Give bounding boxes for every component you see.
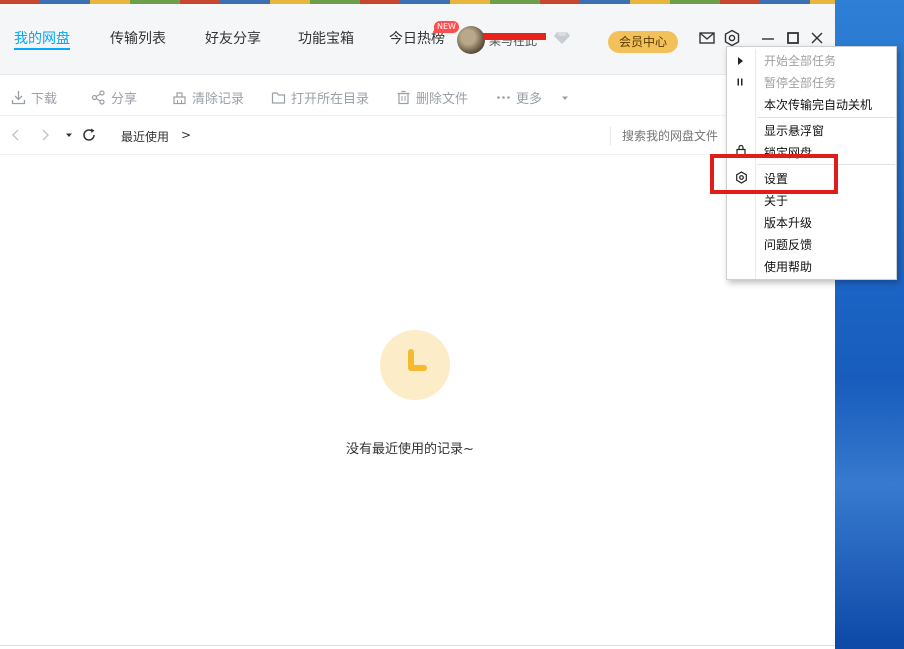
- new-badge: NEW: [434, 21, 459, 33]
- empty-state-message: 没有最近使用的记录~: [346, 442, 474, 457]
- share-icon: [91, 90, 105, 105]
- tab-my-disk[interactable]: 我的网盘: [14, 28, 70, 48]
- clear-records-label: 清除记录: [192, 92, 245, 107]
- tab-friend-share[interactable]: 好友分享: [205, 28, 261, 48]
- close-icon[interactable]: [808, 29, 826, 47]
- file-toolbar: 下载 分享 清除记录 打开所在目录 删除文件 更多: [0, 76, 835, 116]
- mail-icon[interactable]: [698, 29, 716, 47]
- trash-icon: [397, 90, 410, 105]
- open-directory-button[interactable]: 打开所在目录: [271, 88, 369, 107]
- delete-file-label: 删除文件: [416, 92, 469, 107]
- menu-feedback[interactable]: 问题反馈: [764, 236, 812, 253]
- app-window: 我的网盘 传输列表 好友分享 功能宝箱 今日热榜 NEW 果与在此 会员中心 下…: [0, 0, 835, 649]
- back-arrow-icon[interactable]: [9, 127, 23, 143]
- gear-icon[interactable]: [723, 29, 741, 47]
- menu-auto-shutdown[interactable]: 本次传输完自动关机: [764, 96, 872, 113]
- clear-records-button[interactable]: 清除记录: [172, 88, 244, 107]
- menu-show-float-window[interactable]: 显示悬浮窗: [764, 122, 824, 139]
- diamond-icon[interactable]: [554, 31, 570, 45]
- more-label: 更多: [516, 92, 543, 107]
- top-header: 我的网盘 传输列表 好友分享 功能宝箱 今日热榜 NEW 果与在此 会员中心: [0, 4, 835, 75]
- avatar[interactable]: [457, 26, 485, 54]
- pause-icon: [737, 78, 743, 86]
- search-divider: [610, 127, 611, 145]
- active-tab-indicator: [14, 48, 70, 50]
- tab-transfer-list[interactable]: 传输列表: [110, 28, 166, 48]
- folder-icon: [271, 92, 286, 104]
- menu-about[interactable]: 关于: [764, 192, 788, 209]
- menu-pause-all[interactable]: 暂停全部任务: [764, 74, 836, 91]
- forward-arrow-icon[interactable]: [38, 127, 52, 143]
- share-label: 分享: [111, 92, 138, 107]
- maximize-icon[interactable]: [784, 29, 802, 47]
- menu-start-all[interactable]: 开始全部任务: [764, 52, 836, 69]
- minimize-icon[interactable]: [759, 29, 777, 47]
- refresh-icon[interactable]: [81, 127, 97, 143]
- clock-icon: [380, 330, 450, 400]
- status-divider: [0, 645, 835, 646]
- broom-icon: [173, 92, 186, 105]
- more-dots-icon: [497, 96, 510, 99]
- more-button[interactable]: 更多: [496, 88, 571, 107]
- menu-help[interactable]: 使用帮助: [764, 258, 812, 275]
- share-button[interactable]: 分享: [91, 88, 137, 107]
- search-input[interactable]: [622, 125, 732, 147]
- settings-highlight-annotation: [710, 154, 838, 194]
- caret-down-icon: [562, 96, 569, 100]
- vip-center-button[interactable]: 会员中心: [608, 31, 678, 53]
- download-label: 下载: [31, 92, 58, 107]
- breadcrumb-arrow[interactable]: >: [181, 128, 191, 142]
- path-bar: 最近使用 >: [0, 117, 835, 155]
- play-icon: [738, 57, 743, 65]
- tab-toolbox[interactable]: 功能宝箱: [298, 28, 354, 48]
- breadcrumb[interactable]: 最近使用: [121, 128, 169, 145]
- menu-version-upgrade[interactable]: 版本升级: [764, 214, 812, 231]
- download-button[interactable]: 下载: [11, 88, 57, 107]
- open-directory-label: 打开所在目录: [291, 92, 370, 107]
- download-icon: [11, 91, 26, 105]
- username-redaction: [483, 33, 546, 40]
- menu-separator: [757, 117, 895, 118]
- delete-file-button[interactable]: 删除文件: [396, 88, 468, 107]
- history-dropdown-icon[interactable]: [63, 127, 75, 143]
